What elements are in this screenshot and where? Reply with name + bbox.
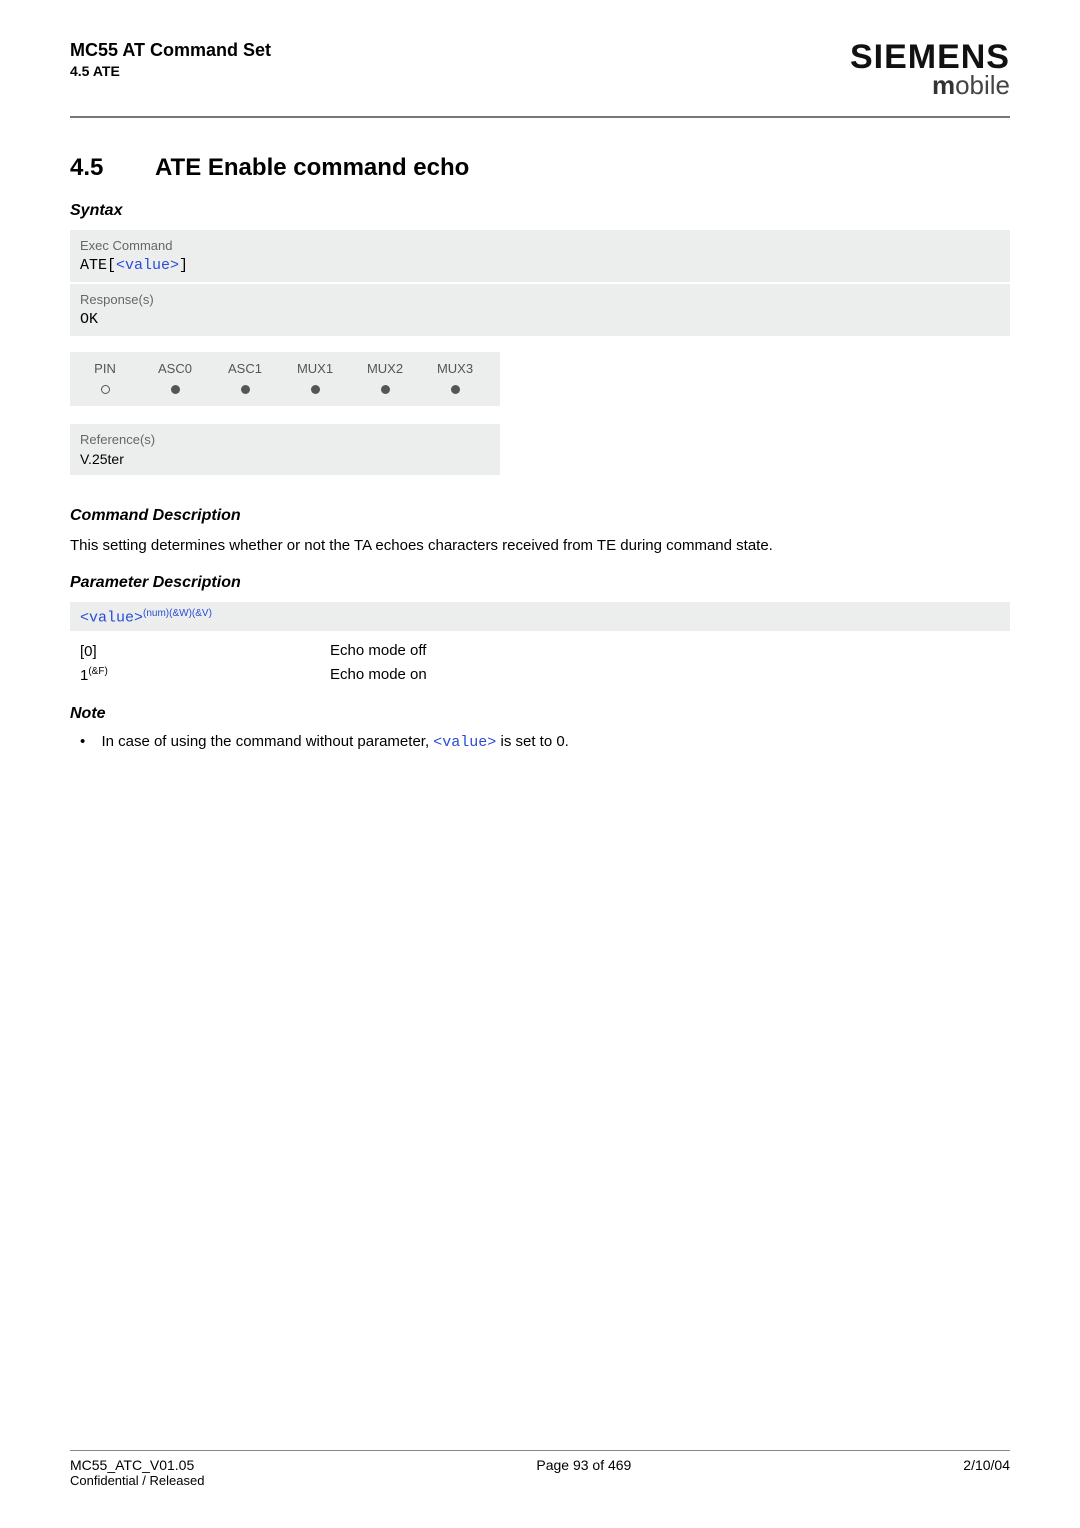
- parameter-values-table: [0] Echo mode off 1(&F) Echo mode on: [80, 639, 1010, 687]
- attr-header: ASC0: [140, 358, 210, 379]
- command-description-heading: Command Description: [70, 507, 1010, 525]
- dot-full-icon: [311, 385, 320, 394]
- command-description-text: This setting determines whether or not t…: [70, 535, 1010, 556]
- brand-siemens: SIEMENS: [850, 40, 1010, 74]
- exec-command: ATE[<value>]: [80, 257, 1000, 274]
- header-left: MC55 AT Command Set 4.5 ATE: [70, 40, 271, 79]
- param-value-desc: Echo mode off: [330, 642, 426, 660]
- attribute-table: PIN ASC0 ASC1 MUX1 MUX2 MUX3: [70, 352, 500, 406]
- page-header: MC55 AT Command Set 4.5 ATE SIEMENS mobi…: [70, 40, 1010, 110]
- exec-prefix: ATE: [80, 257, 107, 274]
- exec-open: [: [107, 257, 116, 274]
- note-list: In case of using the command without par…: [70, 733, 1010, 751]
- parameter-header-box: <value>(num)(&W)(&V): [70, 602, 1010, 631]
- dot-full-icon: [451, 385, 460, 394]
- page-footer: MC55_ATC_V01.05 Confidential / Released …: [70, 1450, 1010, 1488]
- attr-value: [70, 379, 140, 400]
- note-text-post: is set to 0.: [496, 733, 569, 750]
- brand-m: m: [932, 70, 955, 100]
- exec-param: <value>: [116, 257, 179, 274]
- dot-empty-icon: [101, 385, 110, 394]
- reference-text: V.25ter: [80, 451, 490, 467]
- reference-label: Reference(s): [80, 432, 490, 447]
- attr-value: [420, 379, 490, 400]
- param-value-row: 1(&F) Echo mode on: [80, 663, 1010, 687]
- note-item: In case of using the command without par…: [80, 733, 1010, 751]
- attr-value: [350, 379, 420, 400]
- attr-header: PIN: [70, 358, 140, 379]
- dot-full-icon: [241, 385, 250, 394]
- attr-header: MUX2: [350, 358, 420, 379]
- attr-value: [280, 379, 350, 400]
- brand-mobile-rest: obile: [955, 70, 1010, 100]
- attr-header: MUX3: [420, 358, 490, 379]
- footer-confidential: Confidential / Released: [70, 1473, 204, 1488]
- section-title: ATE Enable command echo: [155, 154, 469, 181]
- attr-value-row: [70, 379, 500, 400]
- attr-value: [140, 379, 210, 400]
- note-text-pre: In case of using the command without par…: [101, 733, 433, 750]
- attr-header: MUX1: [280, 358, 350, 379]
- note-param: <value>: [433, 734, 496, 751]
- response-text: OK: [80, 311, 1000, 328]
- doc-subtitle: 4.5 ATE: [70, 63, 271, 79]
- response-label: Response(s): [80, 292, 1000, 307]
- footer-page-number: Page 93 of 469: [536, 1457, 631, 1488]
- footer-doc-id: MC55_ATC_V01.05: [70, 1457, 194, 1473]
- section-number: 4.5: [70, 154, 155, 182]
- section-heading: 4.5ATE Enable command echo: [70, 154, 1010, 182]
- param-name: <value>: [80, 610, 143, 627]
- param-value-key: 1(&F): [80, 666, 330, 684]
- footer-left: MC55_ATC_V01.05 Confidential / Released: [70, 1457, 204, 1488]
- response-box: Response(s) OK: [70, 284, 1010, 336]
- param-key: [0]: [80, 643, 97, 660]
- dot-full-icon: [171, 385, 180, 394]
- attr-value: [210, 379, 280, 400]
- syntax-heading: Syntax: [70, 202, 1010, 220]
- param-value-row: [0] Echo mode off: [80, 639, 1010, 663]
- parameter-description-heading: Parameter Description: [70, 574, 1010, 592]
- reference-box: Reference(s) V.25ter: [70, 424, 500, 475]
- exec-command-box: Exec Command ATE[<value>]: [70, 230, 1010, 282]
- exec-close: ]: [179, 257, 188, 274]
- attr-header: ASC1: [210, 358, 280, 379]
- param-value-desc: Echo mode on: [330, 666, 427, 684]
- exec-label: Exec Command: [80, 238, 1000, 253]
- doc-title: MC55 AT Command Set: [70, 40, 271, 60]
- note-heading: Note: [70, 705, 1010, 723]
- brand: SIEMENS mobile: [850, 40, 1010, 98]
- dot-full-icon: [381, 385, 390, 394]
- header-rule: [70, 116, 1010, 118]
- param-value-key: [0]: [80, 642, 330, 660]
- attr-header-row: PIN ASC0 ASC1 MUX1 MUX2 MUX3: [70, 358, 500, 379]
- footer-date: 2/10/04: [963, 1457, 1010, 1488]
- param-key-sup: (&F): [88, 666, 107, 677]
- param-sup: (num)(&W)(&V): [143, 608, 212, 619]
